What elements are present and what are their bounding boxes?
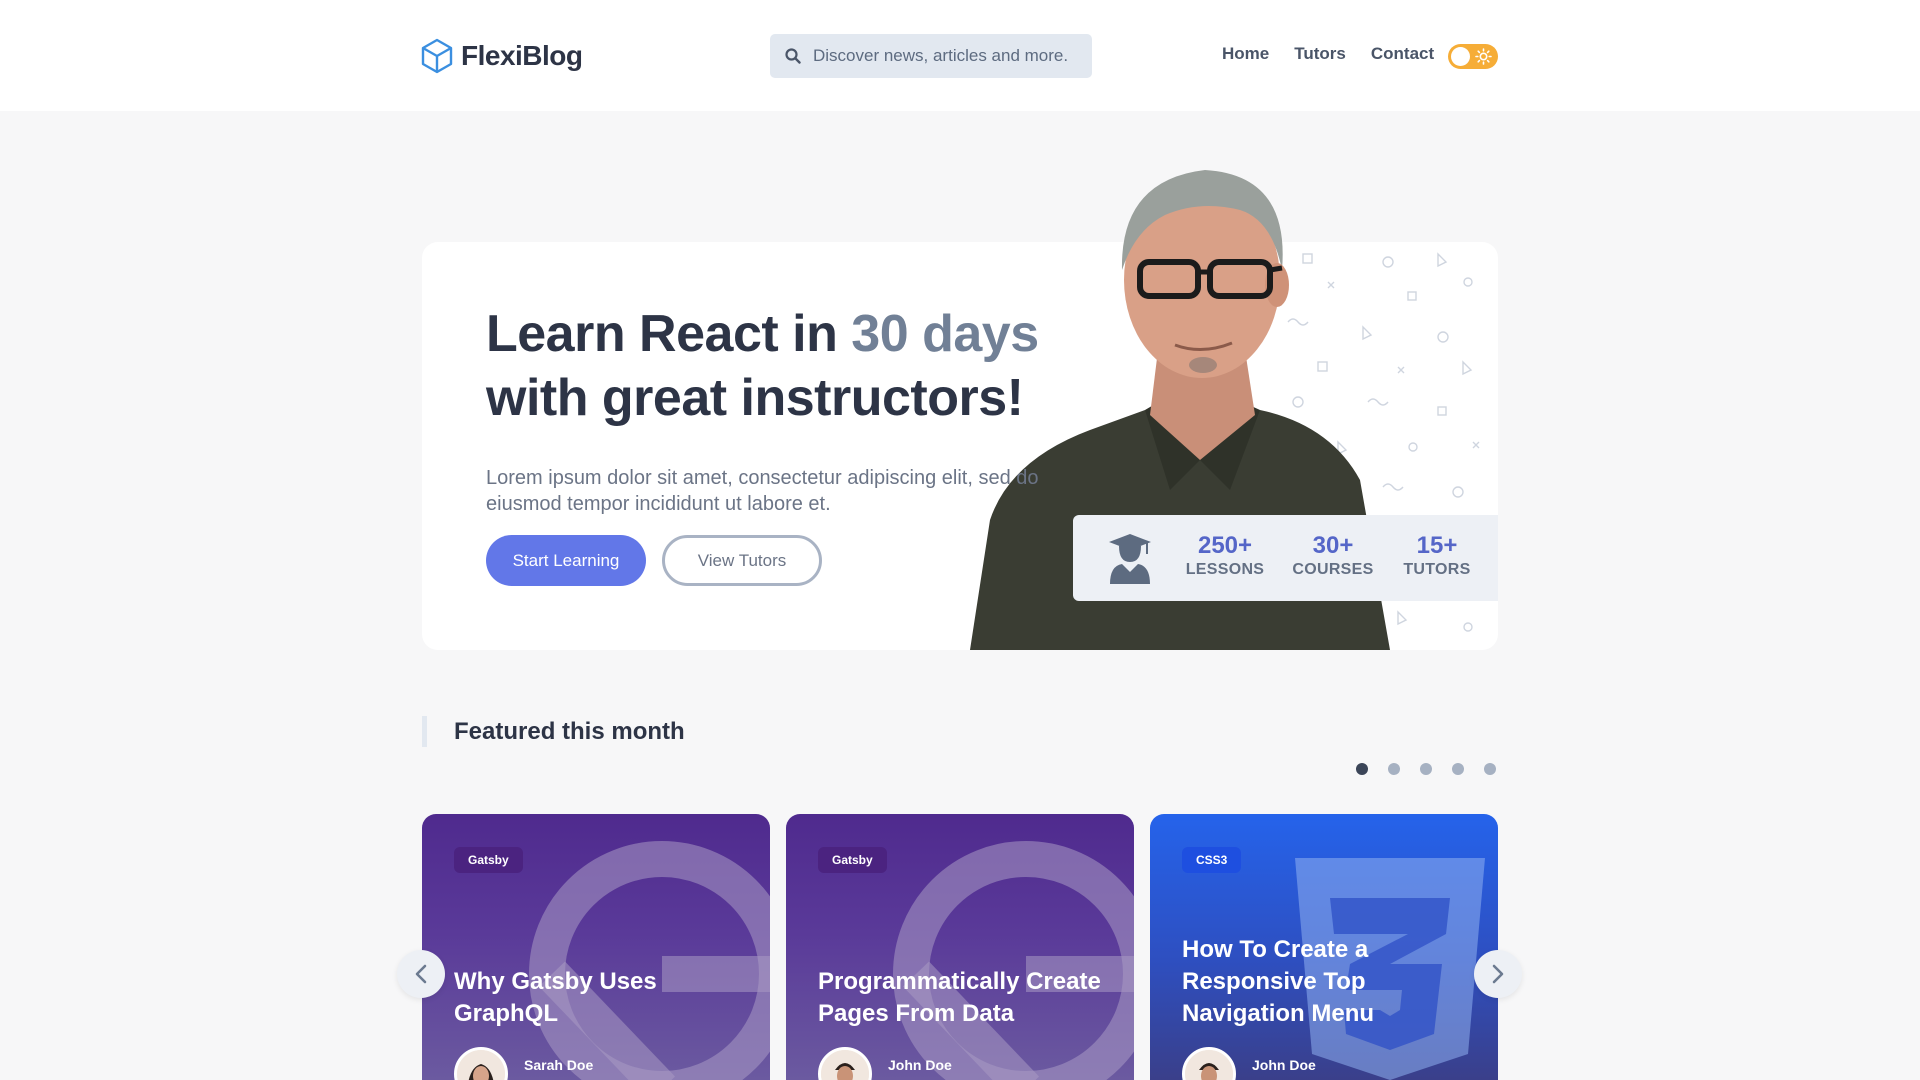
avatar [818, 1047, 872, 1080]
sun-icon [1475, 48, 1492, 65]
chevron-left-icon [415, 964, 427, 984]
start-learning-button[interactable]: Start Learning [486, 535, 646, 586]
card-title[interactable]: Why Gatsby Uses GraphQL [454, 966, 754, 1030]
card-title[interactable]: How To Create a Responsive Top Navigatio… [1182, 934, 1482, 1030]
cube-icon [421, 38, 453, 74]
author-name: John Doe [1252, 1057, 1316, 1073]
stat-lessons: 250+ LESSONS [1185, 533, 1265, 581]
avatar [454, 1047, 508, 1080]
search-input[interactable] [813, 46, 1073, 66]
card-title[interactable]: Programmatically Create Pages From Data [818, 966, 1118, 1030]
main-nav: Home Tutors Contact [1222, 44, 1434, 64]
section-accent-bar [422, 716, 427, 747]
featured-card[interactable]: CSS3 How To Create a Responsive Top Navi… [1150, 814, 1498, 1080]
avatar [1182, 1047, 1236, 1080]
hero-title-accent: 30 days [851, 305, 1039, 363]
site-header: FlexiBlog Home Tutors Contact [0, 0, 1920, 111]
hero-description: Lorem ipsum dolor sit amet, consectetur … [486, 467, 1039, 515]
stats-panel: 250+ LESSONS 30+ COURSES 15+ TUTORS [1073, 515, 1498, 601]
graduate-icon [1109, 534, 1151, 584]
card-author: John Doe [818, 1047, 952, 1080]
hero-title-part2: with great instructors! [486, 369, 1024, 427]
carousel-dot-1[interactable] [1356, 763, 1368, 775]
view-tutors-button[interactable]: View Tutors [662, 535, 822, 586]
featured-card[interactable]: Gatsby Programmatically Create Pages Fro… [786, 814, 1134, 1080]
nav-home[interactable]: Home [1222, 44, 1269, 64]
carousel-dot-5[interactable] [1484, 763, 1496, 775]
carousel-next-button[interactable] [1474, 950, 1522, 998]
carousel-dot-3[interactable] [1420, 763, 1432, 775]
hero-title: Learn React in 30 days with great instru… [486, 302, 1086, 430]
stat-courses-value: 30+ [1312, 532, 1354, 559]
nav-contact[interactable]: Contact [1371, 44, 1434, 64]
search-icon [785, 48, 801, 64]
stat-tutors-value: 15+ [1416, 532, 1458, 559]
carousel-dots [1356, 763, 1496, 775]
carousel-dot-2[interactable] [1388, 763, 1400, 775]
stat-lessons-value: 250+ [1197, 532, 1253, 559]
card-tag[interactable]: Gatsby [818, 847, 887, 873]
card-author: John Doe [1182, 1047, 1316, 1080]
stat-lessons-label: LESSONS [1185, 561, 1265, 578]
logo-text: FlexiBlog [461, 40, 583, 71]
featured-card[interactable]: Gatsby Why Gatsby Uses GraphQL Sarah Doe [422, 814, 770, 1080]
stat-courses-label: COURSES [1292, 561, 1374, 578]
theme-toggle[interactable] [1448, 44, 1498, 69]
carousel-dot-4[interactable] [1452, 763, 1464, 775]
stat-courses: 30+ COURSES [1291, 533, 1375, 581]
nav-tutors[interactable]: Tutors [1294, 44, 1346, 64]
stat-tutors: 15+ TUTORS [1399, 533, 1475, 581]
toggle-knob [1451, 47, 1470, 66]
author-name: Sarah Doe [524, 1057, 594, 1073]
stat-tutors-label: TUTORS [1403, 561, 1471, 578]
card-tag[interactable]: CSS3 [1182, 847, 1242, 873]
carousel-prev-button[interactable] [397, 950, 445, 998]
card-tag[interactable]: Gatsby [454, 847, 523, 873]
featured-title: Featured this month [454, 718, 685, 745]
hero-title-part1: Learn React in [486, 305, 852, 363]
search-bar[interactable] [770, 34, 1092, 78]
chevron-right-icon [1492, 964, 1504, 984]
card-author: Sarah Doe [454, 1047, 593, 1080]
logo[interactable]: FlexiBlog [421, 38, 583, 74]
author-name: John Doe [888, 1057, 952, 1073]
